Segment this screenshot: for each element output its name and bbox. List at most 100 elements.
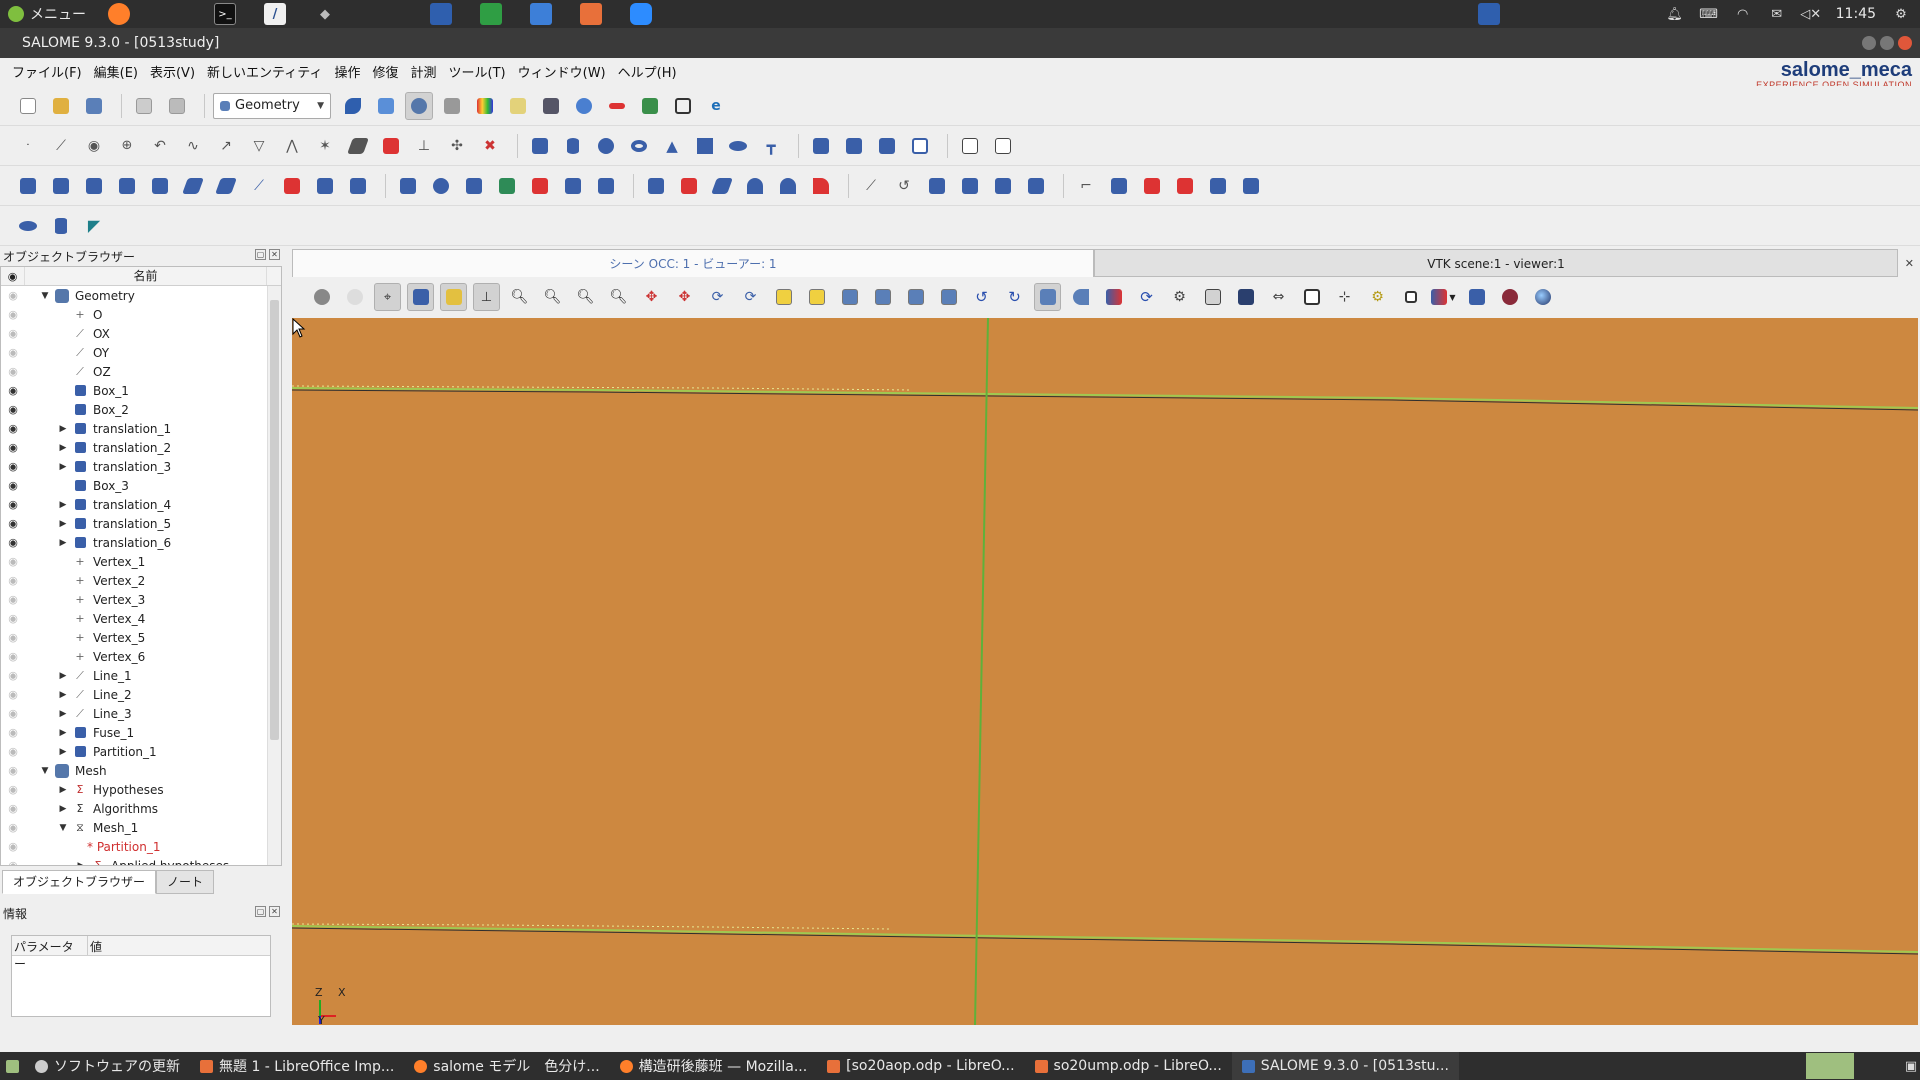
new-document-button[interactable] bbox=[14, 92, 42, 120]
scaling-button[interactable]: ⇔ bbox=[1265, 283, 1292, 311]
clock[interactable]: 11:45 bbox=[1836, 6, 1876, 22]
yacs-module-button[interactable] bbox=[504, 92, 532, 120]
eye-hidden-icon[interactable]: ◉ bbox=[1, 859, 25, 865]
adao-module-button[interactable] bbox=[636, 92, 664, 120]
maximize-view-button[interactable] bbox=[1463, 283, 1490, 311]
reset-view-button[interactable] bbox=[1100, 283, 1127, 311]
tab-vtk-viewer[interactable]: VTK scene:1 - viewer:1 bbox=[1094, 249, 1898, 277]
module-selector[interactable]: Geometry ▼ bbox=[213, 92, 331, 119]
tree-row[interactable]: ◉ ▶ Fuse_1 bbox=[1, 723, 281, 742]
memorize-view-button[interactable]: ⟳ bbox=[1133, 283, 1160, 311]
eye-hidden-icon[interactable]: ◉ bbox=[1, 365, 25, 378]
eye-visible-icon[interactable]: ◉ bbox=[1, 536, 25, 549]
left-view-button[interactable] bbox=[902, 283, 929, 311]
tree-scrollbar[interactable] bbox=[267, 286, 281, 865]
save-button[interactable] bbox=[80, 92, 108, 120]
create-group-button[interactable] bbox=[1105, 172, 1133, 200]
pipe-button[interactable] bbox=[526, 172, 554, 200]
tree-row[interactable]: ◉ ▶ translation_5 bbox=[1, 514, 281, 533]
tab-occ-viewer[interactable]: シーン OCC: 1 - ビューアー: 1 bbox=[292, 249, 1094, 277]
taskbar-task[interactable]: so20ump.odp - LibreO... bbox=[1025, 1052, 1232, 1080]
menu-window[interactable]: ウィンドウ(W) bbox=[512, 62, 612, 81]
float-dock-button[interactable]: ▢ bbox=[255, 249, 266, 260]
mail-icon[interactable]: ✉︎ bbox=[1768, 6, 1786, 22]
taskbar-task[interactable]: 構造研後藤班 — Mozilla... bbox=[610, 1052, 818, 1080]
build-wire-button[interactable]: ↺ bbox=[890, 172, 918, 200]
pan-button[interactable]: ✥ bbox=[638, 283, 665, 311]
eye-hidden-icon[interactable]: ◉ bbox=[1, 726, 25, 739]
cone-button[interactable]: ▲ bbox=[658, 132, 686, 160]
asterstudy-module-button[interactable] bbox=[669, 92, 697, 120]
surface-from-face-button[interactable]: ✖ bbox=[476, 132, 504, 160]
collapse-arrow-icon[interactable]: ▼ bbox=[57, 823, 69, 833]
explode-button[interactable]: ⌐ bbox=[1072, 172, 1100, 200]
translation-button[interactable] bbox=[14, 172, 42, 200]
fit-selection-button[interactable]: 🔍︎ bbox=[572, 283, 599, 311]
start-menu-button[interactable]: メニュー bbox=[0, 0, 94, 28]
tree-row[interactable]: ◉ ▶ translation_2 bbox=[1, 438, 281, 457]
rotation-button[interactable] bbox=[47, 172, 75, 200]
tree-row[interactable]: ◉ ▶ translation_1 bbox=[1, 419, 281, 438]
fuse-button[interactable] bbox=[807, 132, 835, 160]
dynamic-preselection-button[interactable]: ⌖ bbox=[374, 283, 401, 311]
eye-hidden-icon[interactable]: ◉ bbox=[1, 289, 25, 302]
tree-row[interactable]: ◉ ▶ Σ Hypotheses bbox=[1, 780, 281, 799]
shell-button[interactable] bbox=[708, 172, 736, 200]
eye-visible-icon[interactable]: ◉ bbox=[1, 403, 25, 416]
partition-button[interactable] bbox=[592, 172, 620, 200]
expand-arrow-icon[interactable]: ▶ bbox=[57, 462, 69, 472]
scale-button[interactable] bbox=[146, 172, 174, 200]
minimize-button[interactable] bbox=[1862, 36, 1876, 50]
union-groups-button[interactable] bbox=[1138, 172, 1166, 200]
intersect-groups-button[interactable] bbox=[1171, 172, 1199, 200]
salome-launcher-icon[interactable] bbox=[430, 3, 452, 25]
taskbar-task[interactable]: salome モデル 色分け... bbox=[404, 1052, 609, 1080]
eye-visible-icon[interactable]: ◉ bbox=[1, 517, 25, 530]
rectangle-selection-button[interactable] bbox=[440, 283, 467, 311]
expand-arrow-icon[interactable]: ▶ bbox=[57, 728, 69, 738]
visibility-column-header[interactable]: ◉ bbox=[1, 267, 25, 285]
tree-row[interactable]: ◉ ▼ Mesh bbox=[1, 761, 281, 780]
tab-object-browser[interactable]: オブジェクトブラウザー bbox=[2, 870, 157, 894]
shape-processing-button[interactable]: ◤ bbox=[80, 212, 108, 240]
tree-row[interactable]: ◉ ▶ translation_6 bbox=[1, 533, 281, 552]
build-shell-button[interactable] bbox=[956, 172, 984, 200]
eye-hidden-icon[interactable]: ◉ bbox=[1, 650, 25, 663]
eye-hidden-icon[interactable]: ◉ bbox=[1, 669, 25, 682]
fillet-button[interactable] bbox=[642, 172, 670, 200]
jobmanager-module-button[interactable] bbox=[537, 92, 565, 120]
tree-row[interactable]: ◉ ▶ ⟋ Line_2 bbox=[1, 685, 281, 704]
box-button[interactable] bbox=[526, 132, 554, 160]
back-view-button[interactable] bbox=[803, 283, 830, 311]
expand-arrow-icon[interactable]: ▶ bbox=[57, 443, 69, 453]
rectangle-button[interactable] bbox=[691, 132, 719, 160]
common-button[interactable] bbox=[840, 132, 868, 160]
chamfer-button[interactable] bbox=[675, 172, 703, 200]
object-browser-tree[interactable]: ◉ 名前 ◉ ▼ Geometry ◉ + O ◉ ⟋ OX ◉ ⟋ OY ◉ ⟋ OZ ◉ Box_1 ◉ Box… bbox=[0, 266, 282, 866]
eye-hidden-icon[interactable]: ◉ bbox=[1, 764, 25, 777]
environment-texture-button[interactable] bbox=[1529, 283, 1556, 311]
tree-row[interactable]: ◉ ⟋ OY bbox=[1, 343, 281, 362]
menu-measures[interactable]: 計測 bbox=[405, 62, 443, 81]
writer-launcher-icon[interactable] bbox=[530, 3, 552, 25]
menu-edit[interactable]: 編集(E) bbox=[88, 62, 144, 81]
eye-hidden-icon[interactable]: ◉ bbox=[1, 593, 25, 606]
menu-help[interactable]: ヘルプ(H) bbox=[612, 62, 683, 81]
eye-hidden-icon[interactable]: ◉ bbox=[1, 308, 25, 321]
wifi-icon[interactable]: ◠ bbox=[1734, 6, 1752, 22]
line-button[interactable]: ⟋ bbox=[47, 132, 75, 160]
menu-view[interactable]: 表示(V) bbox=[144, 62, 201, 81]
expand-arrow-icon[interactable]: ▶ bbox=[57, 500, 69, 510]
multi-transform-button[interactable] bbox=[344, 172, 372, 200]
paste-button[interactable] bbox=[163, 92, 191, 120]
cut-groups-button[interactable] bbox=[1204, 172, 1232, 200]
tree-row[interactable]: ◉ + Vertex_2 bbox=[1, 571, 281, 590]
eye-visible-icon[interactable]: ◉ bbox=[1, 384, 25, 397]
multi-rotation-button[interactable] bbox=[311, 172, 339, 200]
global-pan-button[interactable]: ✥ bbox=[671, 283, 698, 311]
open-button[interactable] bbox=[47, 92, 75, 120]
expand-arrow-icon[interactable]: ▶ bbox=[57, 519, 69, 529]
isoline-button[interactable]: ✣ bbox=[443, 132, 471, 160]
tree-row[interactable]: ◉ ▶ ⟋ Line_3 bbox=[1, 704, 281, 723]
show-trihedron-button[interactable]: ⊥ bbox=[473, 283, 500, 311]
